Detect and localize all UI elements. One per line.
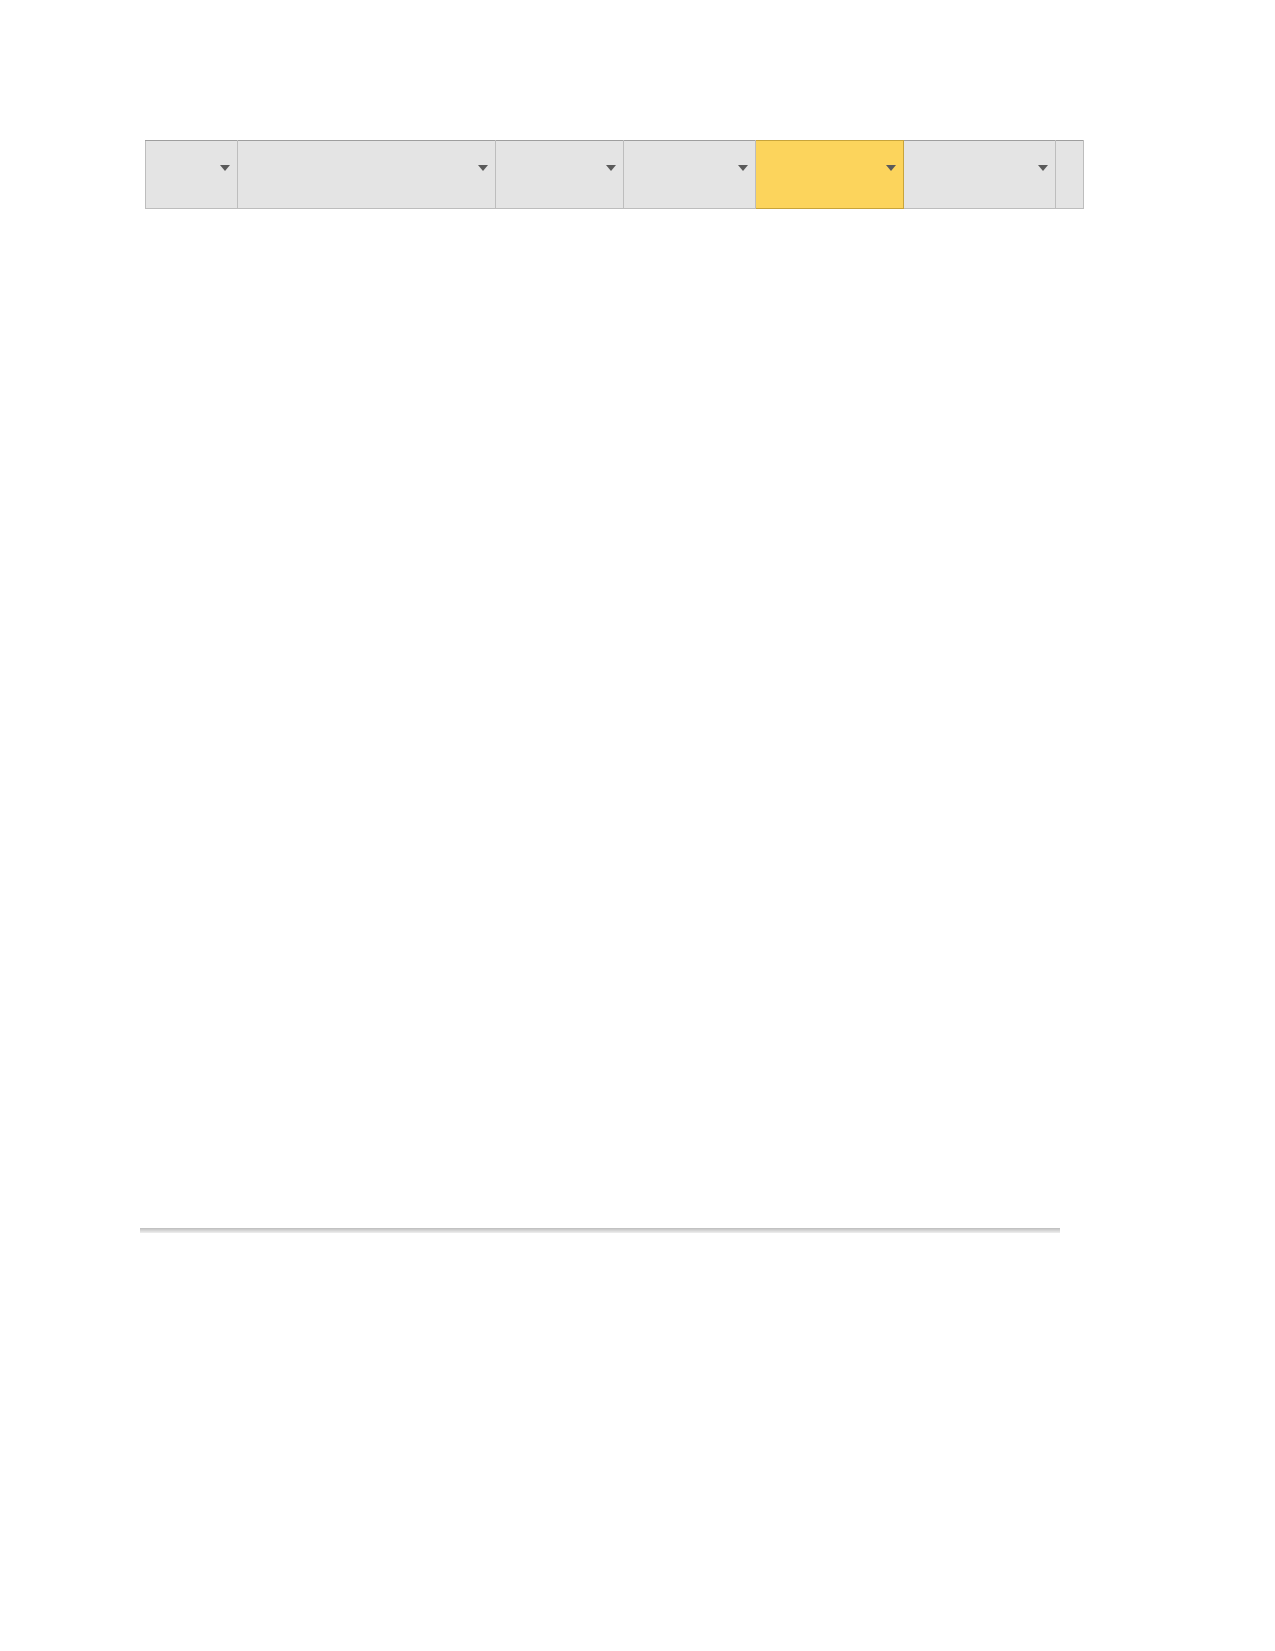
column-header-predecessors[interactable] [903,140,1056,209]
project-plan-page [0,0,1275,1651]
column-header-duration[interactable] [495,140,624,209]
filter-arrow-icon[interactable] [886,165,896,171]
header-row [145,140,1084,209]
gantt-bar-area[interactable] [145,755,1060,1225]
column-header-task-name[interactable] [237,140,496,209]
filter-arrow-icon[interactable] [1038,165,1048,171]
network-diagram[interactable] [145,1240,1060,1420]
column-header-finish[interactable] [755,140,904,209]
task-table [145,140,1084,209]
timescale-week-row [145,730,1060,755]
gantt-chart[interactable] [145,705,1060,1225]
table-header [145,140,1084,209]
filter-arrow-icon[interactable] [478,165,488,171]
filter-arrow-icon[interactable] [738,165,748,171]
timescale-month-row [145,705,1060,730]
column-header-next-partial[interactable] [1055,140,1084,209]
task-entry-grid[interactable] [145,140,1084,209]
pane-divider[interactable] [140,1228,1060,1233]
filter-arrow-icon[interactable] [220,165,230,171]
column-header-task-mode[interactable] [145,140,238,209]
filter-arrow-icon[interactable] [606,165,616,171]
column-header-start[interactable] [623,140,756,209]
gantt-timescale [145,705,1060,755]
